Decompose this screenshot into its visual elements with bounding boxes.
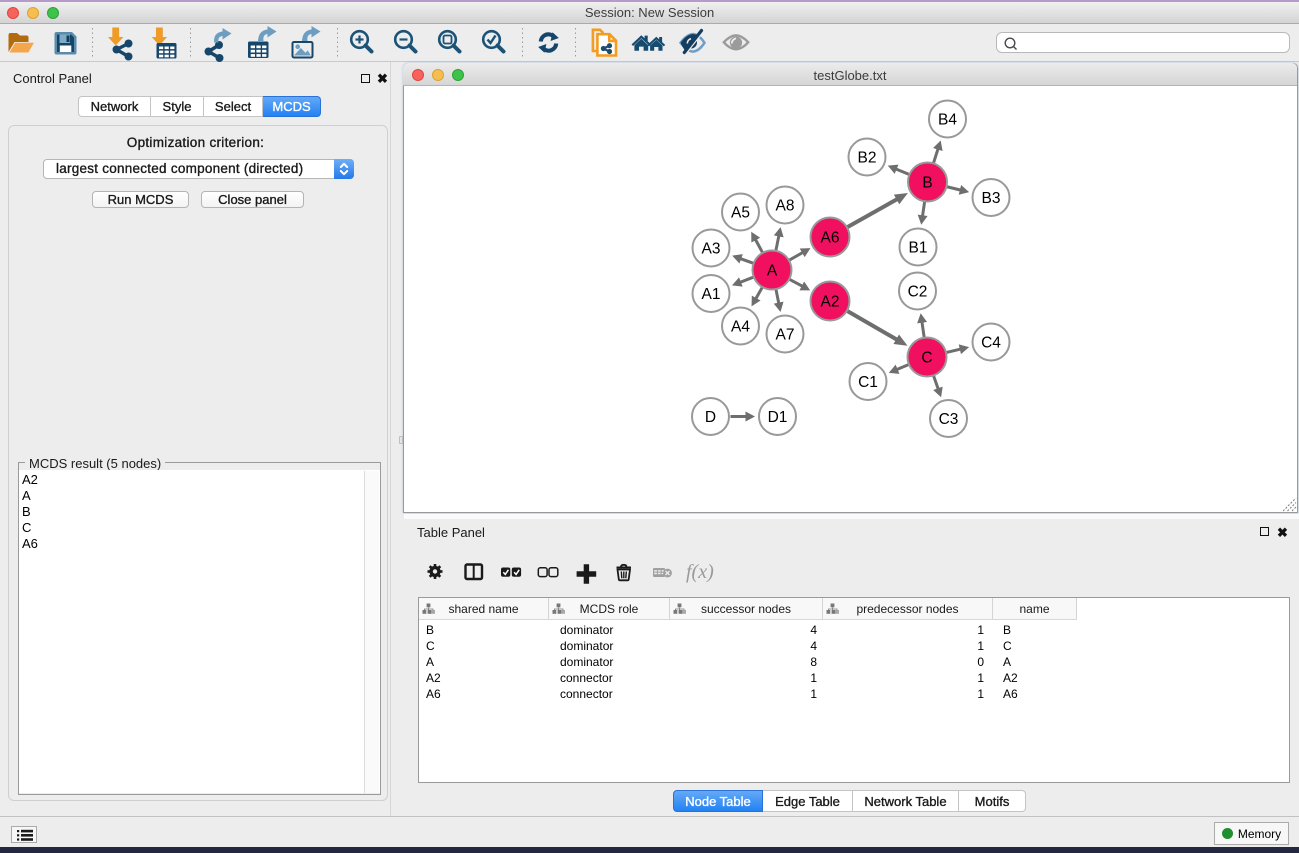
svg-text:B3: B3 xyxy=(982,190,1001,207)
svg-text:A7: A7 xyxy=(776,327,795,344)
svg-text:D: D xyxy=(705,409,716,426)
svg-text:f(x): f(x) xyxy=(686,561,714,583)
svg-text:C: C xyxy=(921,350,932,367)
svg-text:A8: A8 xyxy=(776,198,795,215)
svg-text:A2: A2 xyxy=(821,294,840,311)
svg-text:A: A xyxy=(767,263,778,280)
svg-text:A1: A1 xyxy=(702,286,721,303)
svg-text:A6: A6 xyxy=(821,230,840,247)
svg-text:C4: C4 xyxy=(981,335,1001,352)
svg-text:B1: B1 xyxy=(909,240,928,257)
svg-text:C2: C2 xyxy=(908,284,928,301)
svg-text:A3: A3 xyxy=(702,241,721,258)
svg-text:C3: C3 xyxy=(939,411,959,428)
svg-text:A5: A5 xyxy=(731,205,750,222)
svg-text:C1: C1 xyxy=(858,374,878,391)
svg-text:B2: B2 xyxy=(858,150,877,167)
svg-text:B: B xyxy=(922,175,932,192)
svg-text:A4: A4 xyxy=(731,319,750,336)
svg-text:D1: D1 xyxy=(768,409,788,426)
svg-text:B4: B4 xyxy=(938,112,957,129)
